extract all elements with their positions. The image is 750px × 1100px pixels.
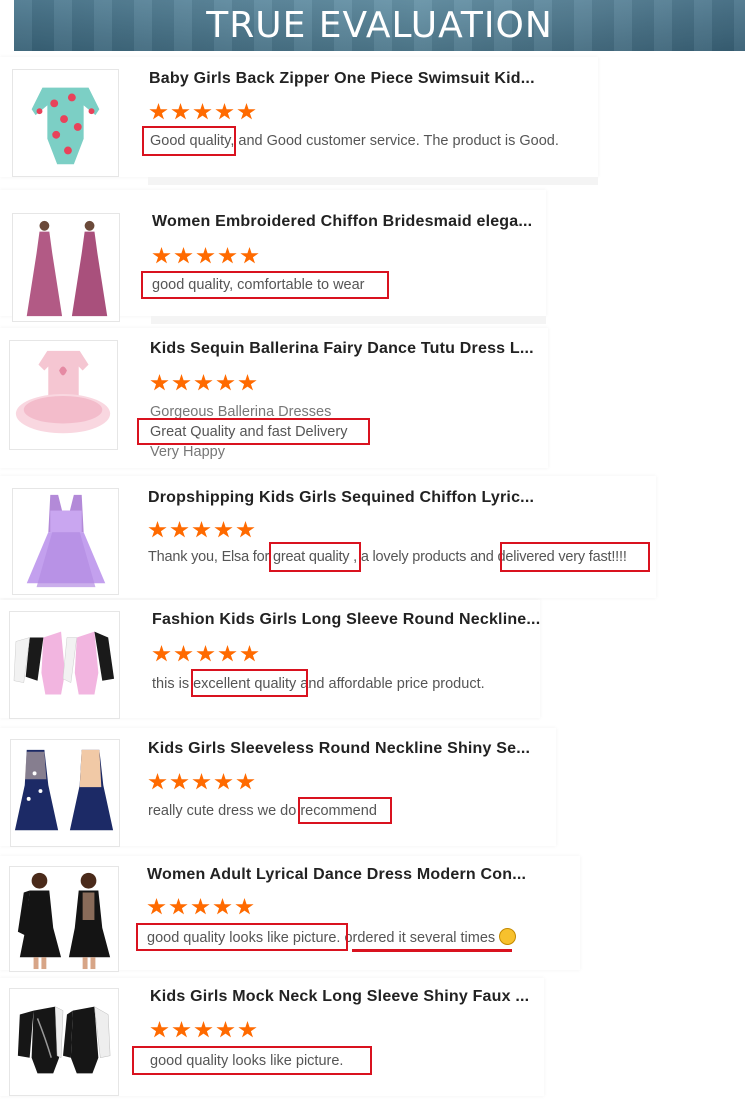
- review-title[interactable]: Kids Sequin Ballerina Fairy Dance Tutu D…: [150, 340, 534, 358]
- star-icon: [236, 773, 255, 790]
- star-icon: [196, 645, 215, 662]
- star-icon: [235, 898, 254, 915]
- review-title[interactable]: Kids Girls Sleeveless Round Neckline Shi…: [148, 740, 530, 758]
- product-thumbnail[interactable]: [12, 213, 120, 322]
- star-icon: [216, 1021, 235, 1038]
- product-thumbnail[interactable]: [9, 866, 119, 972]
- star-icon: [194, 374, 213, 391]
- product-thumbnail[interactable]: [10, 739, 120, 847]
- product-thumbnail[interactable]: [12, 69, 119, 177]
- star-icon: [170, 521, 189, 538]
- star-icon: [194, 1021, 213, 1038]
- product-thumbnail[interactable]: [9, 340, 118, 450]
- review-text-content: good quality looks like picture. ordered…: [147, 930, 496, 946]
- star-icon: [238, 374, 257, 391]
- star-icon: [152, 247, 171, 264]
- review-title[interactable]: Baby Girls Back Zipper One Piece Swimsui…: [149, 70, 535, 88]
- star-icon: [216, 374, 235, 391]
- review-title[interactable]: Kids Girls Mock Neck Long Sleeve Shiny F…: [150, 988, 529, 1006]
- review-text: Very Happy: [150, 444, 225, 460]
- review-text: good quality looks like picture.: [150, 1053, 344, 1069]
- star-icon: [238, 1021, 257, 1038]
- rating-stars: [148, 773, 255, 791]
- highlight-underline: [352, 949, 512, 952]
- review-text: Gorgeous Ballerina Dresses: [150, 404, 332, 420]
- star-icon: [236, 521, 255, 538]
- rating-stars: [149, 103, 256, 121]
- rating-stars: [148, 521, 255, 539]
- rating-stars: [152, 645, 259, 663]
- star-icon: [240, 247, 259, 264]
- review-title[interactable]: Women Embroidered Chiffon Bridesmaid ele…: [152, 213, 532, 231]
- star-icon: [149, 103, 168, 120]
- star-icon: [148, 773, 167, 790]
- star-icon: [215, 103, 234, 120]
- review-title[interactable]: Fashion Kids Girls Long Sleeve Round Nec…: [152, 611, 540, 629]
- header-banner: TRUE EVALUATION: [14, 0, 745, 51]
- star-icon: [196, 247, 215, 264]
- review-text: Good quality, and Good customer service.…: [150, 133, 559, 149]
- star-icon: [172, 374, 191, 391]
- star-icon: [193, 103, 212, 120]
- star-icon: [174, 645, 193, 662]
- star-icon: [150, 374, 169, 391]
- review-text: Thank you, Elsa for great quality , a lo…: [148, 549, 627, 565]
- rating-stars: [147, 898, 254, 916]
- review-text: really cute dress we do recommend: [148, 803, 377, 819]
- star-icon: [152, 645, 171, 662]
- star-icon: [172, 1021, 191, 1038]
- rating-stars: [150, 1021, 257, 1039]
- star-icon: [170, 773, 189, 790]
- product-thumbnail[interactable]: [9, 988, 119, 1096]
- star-icon: [147, 898, 166, 915]
- star-icon: [192, 521, 211, 538]
- review-text: good quality looks like picture. ordered…: [147, 928, 517, 946]
- review-text: good quality, comfortable to wear: [152, 277, 365, 293]
- product-thumbnail[interactable]: [9, 611, 120, 719]
- review-title[interactable]: Dropshipping Kids Girls Sequined Chiffon…: [148, 489, 534, 507]
- review-text: Great Quality and fast Delivery: [150, 424, 348, 440]
- review-title[interactable]: Women Adult Lyrical Dance Dress Modern C…: [147, 866, 526, 884]
- star-icon: [148, 521, 167, 538]
- rating-stars: [150, 374, 257, 392]
- star-icon: [171, 103, 190, 120]
- star-icon: [150, 1021, 169, 1038]
- star-icon: [174, 247, 193, 264]
- star-icon: [214, 773, 233, 790]
- star-icon: [213, 898, 232, 915]
- star-icon: [192, 773, 211, 790]
- star-icon: [169, 898, 188, 915]
- rating-stars: [152, 247, 259, 265]
- star-icon: [191, 898, 210, 915]
- star-icon: [237, 103, 256, 120]
- star-icon: [218, 645, 237, 662]
- page-title: TRUE EVALUATION: [206, 5, 553, 46]
- product-thumbnail[interactable]: [12, 488, 119, 595]
- review-text: this is excellent quality and affordable…: [152, 676, 485, 692]
- star-icon: [214, 521, 233, 538]
- star-icon: [218, 247, 237, 264]
- smile-emoji-icon: [499, 928, 517, 945]
- star-icon: [240, 645, 259, 662]
